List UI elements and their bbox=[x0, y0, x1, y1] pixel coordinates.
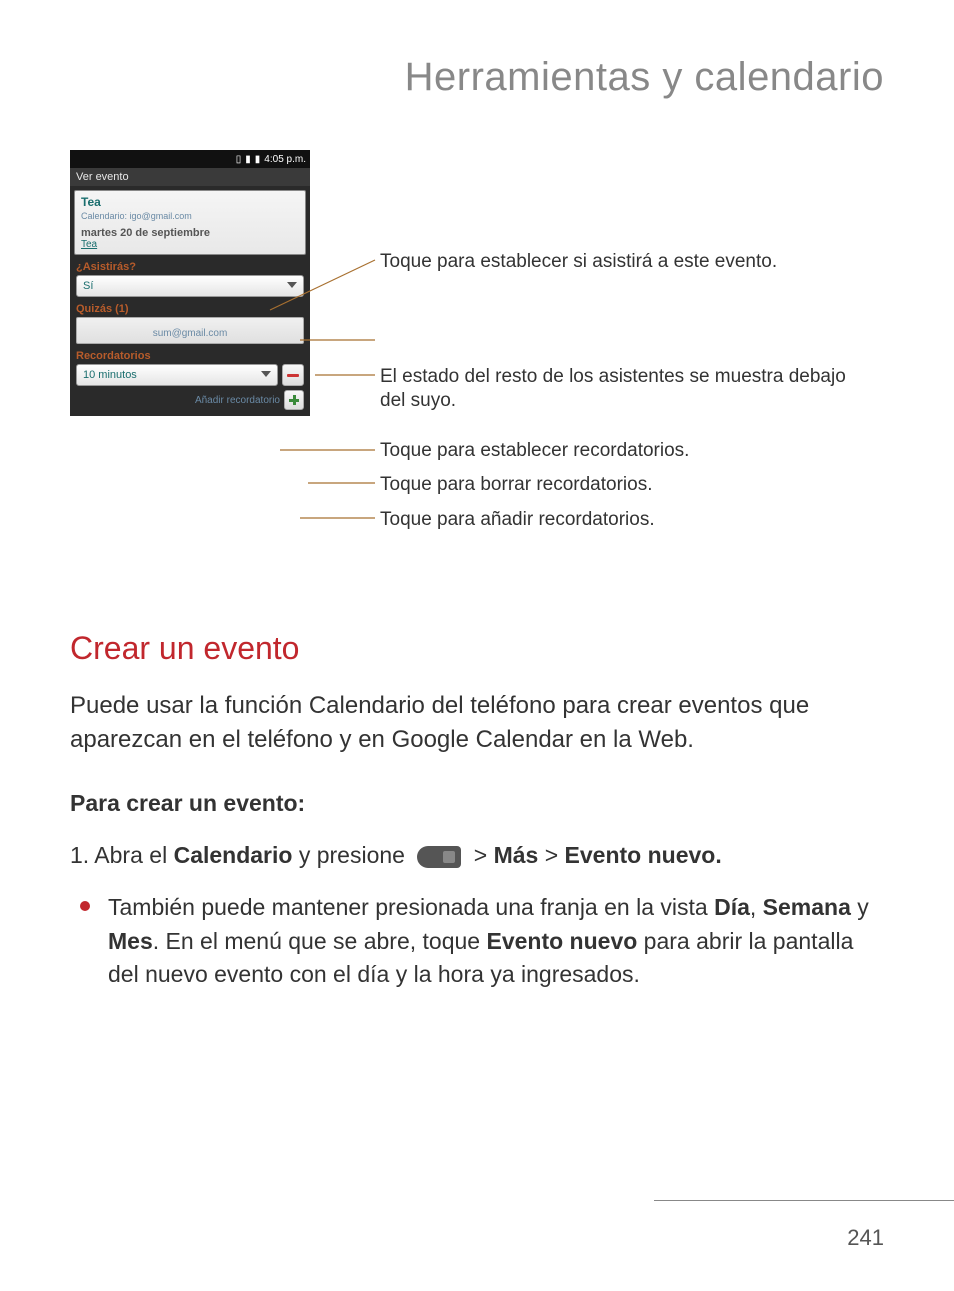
reminder-row: 10 minutos bbox=[76, 364, 304, 386]
event-date-sub: Tea bbox=[81, 239, 299, 250]
bullet-bold: Evento nuevo bbox=[486, 928, 637, 954]
remove-reminder-button[interactable] bbox=[282, 364, 304, 386]
callout-guests: El estado del resto de los asistentes se… bbox=[380, 365, 870, 413]
bullet-icon bbox=[80, 901, 90, 911]
bullet-bold: Semana bbox=[763, 894, 851, 920]
event-date: martes 20 de septiembre bbox=[81, 227, 299, 239]
bullet-text: y bbox=[851, 894, 869, 920]
page-number: 241 bbox=[847, 1225, 884, 1251]
attend-value: Sí bbox=[83, 280, 93, 292]
guests-label: Quizás (1) bbox=[76, 303, 304, 315]
step-sep: > bbox=[538, 842, 564, 868]
page-title: Herramientas y calendario bbox=[0, 0, 954, 100]
sub-heading: Para crear un evento: bbox=[70, 790, 884, 817]
body-paragraph: Puede usar la función Calendario del tel… bbox=[70, 689, 884, 756]
step-text: 1. Abra el bbox=[70, 842, 174, 868]
callout-delete-reminder: Toque para borrar recordatorios. bbox=[380, 473, 652, 497]
guest-entry: sum@gmail.com bbox=[76, 317, 304, 344]
callout-set-reminder: Toque para establecer recordatorios. bbox=[380, 439, 689, 463]
bullet-bold: Mes bbox=[108, 928, 153, 954]
bullet-bold: Día bbox=[714, 894, 750, 920]
chevron-down-icon bbox=[261, 371, 271, 377]
callout-add-reminder: Toque para añadir recordatorios. bbox=[380, 508, 655, 532]
event-card: Tea Calendario: igo@gmail.com martes 20 … bbox=[74, 190, 306, 255]
step-menu: Evento nuevo. bbox=[565, 842, 722, 868]
reminder-value: 10 minutos bbox=[83, 369, 137, 381]
reminder-dropdown[interactable]: 10 minutos bbox=[76, 364, 278, 386]
plus-icon bbox=[284, 390, 304, 410]
add-reminder-row[interactable]: Añadir recordatorio bbox=[76, 390, 304, 410]
step-sep: > bbox=[467, 842, 493, 868]
chevron-down-icon bbox=[287, 282, 297, 288]
status-time: 4:05 p.m. bbox=[264, 154, 306, 165]
add-reminder-label: Añadir recordatorio bbox=[195, 395, 280, 406]
section-heading: Crear un evento bbox=[70, 630, 954, 667]
bullet-item: También puede mantener presionada una fr… bbox=[70, 891, 884, 991]
calendar-value: igo@gmail.com bbox=[130, 211, 192, 221]
menu-key-icon bbox=[417, 846, 461, 868]
3g-icon: ▯ bbox=[236, 154, 242, 165]
bullet-text: También puede mantener presionada una fr… bbox=[108, 894, 714, 920]
bullet-text: . En el menú que se abre, toque bbox=[153, 928, 487, 954]
status-bar: ▯ ▮ ▮ 4:05 p.m. bbox=[70, 150, 310, 168]
app-title: Ver evento bbox=[70, 168, 310, 186]
attend-dropdown[interactable]: Sí bbox=[76, 275, 304, 297]
step-text: y presione bbox=[292, 842, 411, 868]
reminders-label: Recordatorios bbox=[76, 350, 304, 362]
bullet-text: , bbox=[750, 894, 763, 920]
battery-icon: ▮ bbox=[255, 154, 261, 165]
step-app: Calendario bbox=[174, 842, 293, 868]
calendar-line: Calendario: igo@gmail.com bbox=[81, 211, 299, 221]
step-1: 1. Abra el Calendario y presione > Más >… bbox=[70, 839, 884, 871]
footer-rule bbox=[654, 1200, 954, 1201]
minus-icon bbox=[287, 374, 299, 377]
phone-screenshot: ▯ ▮ ▮ 4:05 p.m. Ver evento Tea Calendari… bbox=[70, 150, 310, 416]
diagram-area: ▯ ▮ ▮ 4:05 p.m. Ver evento Tea Calendari… bbox=[70, 150, 954, 570]
callout-attend: Toque para establecer si asistirá a este… bbox=[380, 250, 777, 274]
signal-icon: ▮ bbox=[245, 154, 251, 165]
step-menu: Más bbox=[494, 842, 539, 868]
attend-label: ¿Asistirás? bbox=[76, 261, 304, 273]
event-name: Tea bbox=[81, 195, 299, 209]
calendar-label: Calendario: bbox=[81, 211, 127, 221]
